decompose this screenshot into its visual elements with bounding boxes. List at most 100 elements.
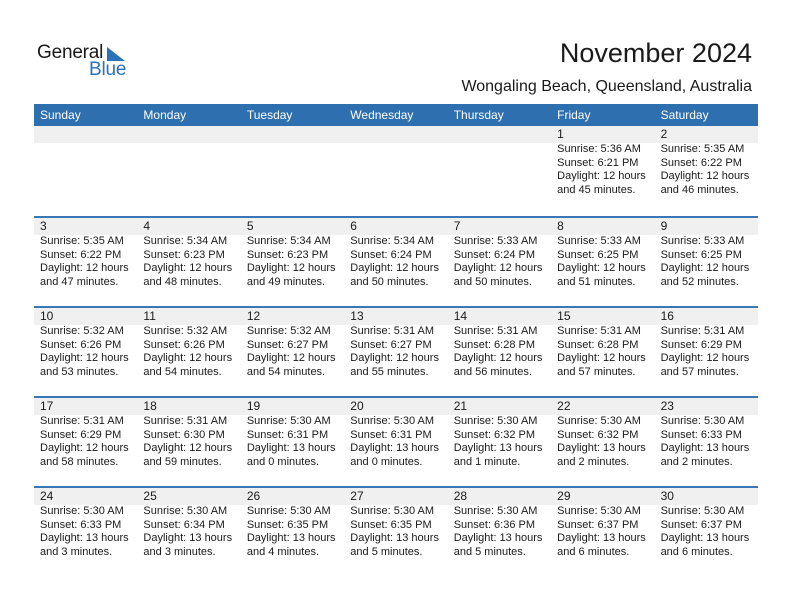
day-number: 17 bbox=[40, 399, 54, 413]
day-cell: 6 Sunrise: 5:34 AM Sunset: 6:24 PM Daylight… bbox=[344, 218, 447, 289]
sunset-time: Sunset: 6:27 PM bbox=[350, 338, 432, 351]
daylight-minutes: and 59 minutes. bbox=[143, 455, 222, 468]
daylight-minutes: and 5 minutes. bbox=[350, 545, 423, 558]
day-cell: 20 Sunrise: 5:30 AM Sunset: 6:31 PM Dayligh… bbox=[344, 398, 447, 469]
day-number: 13 bbox=[350, 309, 364, 323]
daylight-minutes: and 58 minutes. bbox=[40, 455, 119, 468]
sunrise-time: Sunrise: 5:35 AM bbox=[660, 143, 745, 155]
week-cells: 10 Sunrise: 5:32 AM Sunset: 6:26 PM Dayligh… bbox=[34, 308, 758, 379]
empty-day-cell bbox=[448, 126, 551, 197]
weekday-saturday: Saturday bbox=[660, 108, 709, 122]
daylight-minutes: and 51 minutes. bbox=[557, 275, 636, 288]
sunset-time: Sunset: 6:23 PM bbox=[143, 248, 225, 261]
week-row: 1 Sunrise: 5:36 AM Sunset: 6:21 PM Daylight… bbox=[34, 126, 758, 216]
day-number: 3 bbox=[40, 219, 47, 233]
day-number: 28 bbox=[453, 489, 468, 503]
weekday-wednesday: Wednesday bbox=[350, 108, 414, 122]
sunrise-time: Sunrise: 5:30 AM bbox=[660, 505, 745, 517]
day-number: 10 bbox=[40, 309, 54, 323]
daylight-minutes: and 47 minutes. bbox=[40, 275, 119, 288]
daylight-hours: Daylight: 13 hours bbox=[557, 532, 646, 544]
sunrise-time: Sunrise: 5:30 AM bbox=[40, 505, 124, 517]
weekday-header: Sunday Monday Tuesday Wednesday Thursday… bbox=[34, 104, 758, 126]
daylight-minutes: and 55 minutes. bbox=[350, 365, 429, 378]
sunrise-time: Sunrise: 5:33 AM bbox=[557, 235, 641, 247]
day-cell: 14 Sunrise: 5:31 AM Sunset: 6:28 PM Dayligh… bbox=[448, 308, 551, 379]
daylight-hours: Daylight: 12 hours bbox=[143, 352, 233, 364]
sunrise-time: Sunrise: 5:30 AM bbox=[557, 505, 641, 517]
day-number: 8 bbox=[557, 219, 564, 233]
sunset-time: Sunset: 6:28 PM bbox=[557, 338, 639, 351]
sunset-time: Sunset: 6:21 PM bbox=[557, 156, 639, 169]
day-cell: 2 Sunrise: 5:35 AM Sunset: 6:22 PM Daylight… bbox=[655, 126, 758, 197]
day-number: 30 bbox=[660, 489, 674, 503]
day-cell: 11 Sunrise: 5:32 AM Sunset: 6:26 PM Dayligh… bbox=[137, 308, 240, 379]
daylight-minutes: and 5 minutes. bbox=[453, 545, 526, 558]
daylight-minutes: and 0 minutes. bbox=[350, 455, 423, 468]
day-cell: 27 Sunrise: 5:30 AM Sunset: 6:35 PM Dayligh… bbox=[344, 488, 447, 559]
empty-day-cell bbox=[137, 126, 240, 197]
sunrise-time: Sunrise: 5:30 AM bbox=[246, 505, 331, 517]
day-cell: 30 Sunrise: 5:30 AM Sunset: 6:37 PM Dayligh… bbox=[655, 488, 758, 559]
day-cell: 7 Sunrise: 5:33 AM Sunset: 6:24 PM Daylight… bbox=[448, 218, 551, 289]
location-subtitle: Wongaling Beach, Queensland, Australia bbox=[461, 78, 752, 95]
sunrise-time: Sunrise: 5:34 AM bbox=[350, 235, 435, 247]
sunset-time: Sunset: 6:28 PM bbox=[453, 338, 536, 351]
sunrise-time: Sunrise: 5:32 AM bbox=[40, 325, 124, 337]
sunset-time: Sunset: 6:22 PM bbox=[40, 248, 122, 261]
day-cell: 22 Sunrise: 5:30 AM Sunset: 6:32 PM Dayligh… bbox=[551, 398, 654, 469]
day-number: 21 bbox=[453, 399, 468, 413]
daylight-hours: Daylight: 12 hours bbox=[660, 262, 750, 274]
daylight-hours: Daylight: 13 hours bbox=[350, 532, 439, 544]
daylight-hours: Daylight: 12 hours bbox=[557, 170, 646, 182]
day-number: 4 bbox=[143, 219, 151, 233]
sunrise-time: Sunrise: 5:30 AM bbox=[350, 415, 435, 427]
sunset-time: Sunset: 6:35 PM bbox=[246, 518, 329, 531]
empty-day-cell bbox=[344, 126, 447, 197]
sunset-time: Sunset: 6:35 PM bbox=[350, 518, 432, 531]
week-row: 24 Sunrise: 5:30 AM Sunset: 6:33 PM Dayligh… bbox=[34, 486, 758, 576]
day-cell: 19 Sunrise: 5:30 AM Sunset: 6:31 PM Dayligh… bbox=[241, 398, 344, 469]
sunrise-time: Sunrise: 5:30 AM bbox=[453, 505, 538, 517]
sunrise-time: Sunrise: 5:31 AM bbox=[660, 325, 745, 337]
daylight-minutes: and 6 minutes. bbox=[660, 545, 733, 558]
daylight-hours: Daylight: 13 hours bbox=[453, 442, 543, 454]
day-number: 18 bbox=[143, 399, 157, 413]
day-number: 14 bbox=[453, 309, 468, 323]
daylight-hours: Daylight: 13 hours bbox=[40, 532, 129, 544]
sunrise-time: Sunrise: 5:31 AM bbox=[143, 415, 228, 427]
weekday-friday: Friday bbox=[557, 108, 591, 122]
weeks-container: 1 Sunrise: 5:36 AM Sunset: 6:21 PM Daylight… bbox=[34, 126, 758, 576]
day-cell: 17 Sunrise: 5:31 AM Sunset: 6:29 PM Dayligh… bbox=[34, 398, 137, 469]
week-row: 17 Sunrise: 5:31 AM Sunset: 6:29 PM Dayligh… bbox=[34, 396, 758, 486]
day-cell: 18 Sunrise: 5:31 AM Sunset: 6:30 PM Dayligh… bbox=[137, 398, 240, 469]
sunset-time: Sunset: 6:25 PM bbox=[660, 248, 742, 261]
sunset-time: Sunset: 6:32 PM bbox=[557, 428, 639, 441]
day-number: 16 bbox=[660, 309, 674, 323]
sunrise-time: Sunrise: 5:31 AM bbox=[453, 325, 538, 337]
daylight-hours: Daylight: 12 hours bbox=[453, 262, 543, 274]
day-cell: 10 Sunrise: 5:32 AM Sunset: 6:26 PM Dayligh… bbox=[34, 308, 137, 379]
sunrise-time: Sunrise: 5:31 AM bbox=[40, 415, 124, 427]
weekday-monday: Monday bbox=[143, 108, 187, 122]
sunrise-time: Sunrise: 5:30 AM bbox=[350, 505, 435, 517]
daylight-hours: Daylight: 12 hours bbox=[660, 352, 750, 364]
sunset-time: Sunset: 6:29 PM bbox=[660, 338, 742, 351]
daylight-minutes: and 3 minutes. bbox=[143, 545, 216, 558]
logo-text-blue: Blue bbox=[89, 59, 127, 80]
daylight-hours: Daylight: 12 hours bbox=[557, 262, 646, 274]
sunset-time: Sunset: 6:24 PM bbox=[453, 248, 536, 261]
daylight-minutes: and 2 minutes. bbox=[660, 455, 733, 468]
page-title: November 2024 bbox=[559, 38, 752, 68]
sunrise-time: Sunrise: 5:32 AM bbox=[246, 325, 331, 337]
day-number: 15 bbox=[557, 309, 571, 323]
week-row: 10 Sunrise: 5:32 AM Sunset: 6:26 PM Dayligh… bbox=[34, 306, 758, 396]
sunset-time: Sunset: 6:29 PM bbox=[40, 428, 122, 441]
week-cells: 24 Sunrise: 5:30 AM Sunset: 6:33 PM Dayligh… bbox=[34, 488, 758, 559]
daylight-minutes: and 3 minutes. bbox=[40, 545, 113, 558]
daylight-hours: Daylight: 12 hours bbox=[143, 442, 233, 454]
sunset-time: Sunset: 6:37 PM bbox=[557, 518, 639, 531]
sunset-time: Sunset: 6:31 PM bbox=[246, 428, 329, 441]
sunset-time: Sunset: 6:32 PM bbox=[453, 428, 536, 441]
daylight-hours: Daylight: 12 hours bbox=[40, 442, 129, 454]
